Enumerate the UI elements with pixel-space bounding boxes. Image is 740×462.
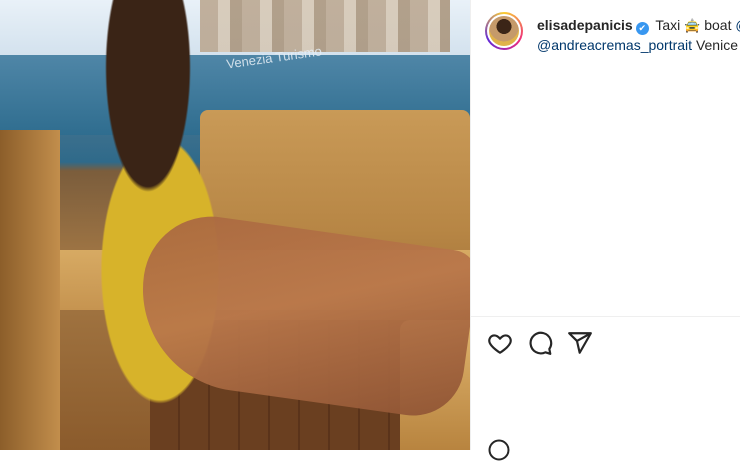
heart-icon <box>488 334 512 354</box>
share-button[interactable] <box>567 330 593 356</box>
post-image[interactable]: Venezia Turismo <box>0 0 470 450</box>
post-header: elisadepanicis✔ Taxi 🚖 boat @_ @andreacr… <box>485 10 740 54</box>
avatar-image <box>489 16 519 46</box>
caption-word: Taxi <box>655 17 681 33</box>
caption-word: boat <box>704 17 732 33</box>
mention-link[interactable]: @andreacremas_portrait <box>537 37 692 53</box>
emoji-icon[interactable] <box>487 438 511 462</box>
avatar[interactable] <box>485 12 523 50</box>
comment-button[interactable] <box>527 330 553 356</box>
caption-line-2: @andreacremas_portrait Venice f <box>537 36 740 54</box>
verified-badge-icon: ✔ <box>635 22 649 35</box>
actions-divider <box>471 316 740 317</box>
username-link[interactable]: elisadepanicis <box>537 17 633 33</box>
like-button[interactable] <box>487 330 513 356</box>
caption-tail: Venice f <box>695 37 740 53</box>
comment-icon <box>529 331 553 355</box>
post-caption: elisadepanicis✔ Taxi 🚖 boat @_ @andreacr… <box>537 16 740 54</box>
post-side-panel: elisadepanicis✔ Taxi 🚖 boat @_ @andreacr… <box>471 0 740 461</box>
paper-plane-icon <box>568 332 592 354</box>
mention-link[interactable]: @_ <box>735 17 740 33</box>
taxi-emoji-icon: 🚖 <box>684 18 701 33</box>
